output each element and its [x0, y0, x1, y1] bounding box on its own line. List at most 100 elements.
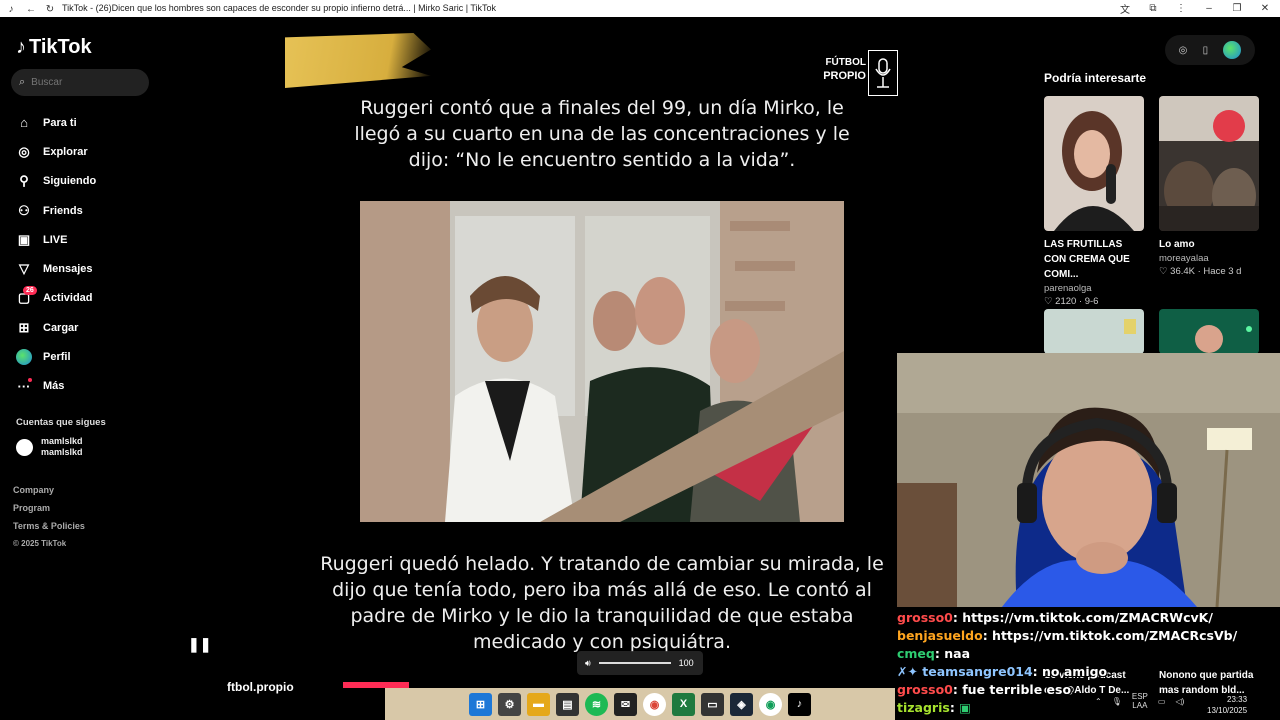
video-still-photo — [360, 201, 844, 522]
footer-link-company[interactable]: Company — [13, 485, 85, 503]
tiktok-app-icon[interactable]: ♪ — [788, 692, 811, 716]
chat-message: grosso0: https://vm.tiktok.com/ZMACRWcvK… — [897, 610, 1213, 625]
app-icon[interactable]: ✉ — [614, 692, 637, 716]
sidebar-footer: Company Program Terms & Policies © 2025 … — [13, 485, 85, 557]
file-explorer-icon[interactable]: ▬ — [527, 692, 550, 716]
streamer-webcam — [897, 353, 1280, 607]
recommendation-author[interactable]: moreayalaa — [1159, 253, 1259, 264]
sidebar-item-mensajes[interactable]: ▽ Mensajes — [16, 254, 96, 283]
extensions-icon[interactable]: ⧉ — [1146, 1, 1160, 15]
volume-control[interactable]: 🔊︎ 100 — [577, 651, 703, 675]
activity-badge: 26 — [23, 285, 37, 295]
sidebar-item-live[interactable]: ▣ LIVE — [16, 225, 96, 254]
chat-message: cmeq: naa — [897, 646, 971, 661]
excel-icon[interactable]: X — [672, 692, 695, 716]
sidebar-item-cargar[interactable]: ⊞ Cargar — [16, 313, 96, 342]
close-icon[interactable]: ✕ — [1258, 1, 1272, 15]
chat-message: benjasueldo: https://vm.tiktok.com/ZMACR… — [897, 628, 1238, 643]
sidebar-item-explorar[interactable]: ◎ Explorar — [16, 137, 96, 166]
futbol-propio-logo: FÚTBOL PROPIO — [814, 50, 898, 96]
home-icon: ⌂ — [20, 115, 28, 131]
windows-start-icon[interactable]: ⊞ — [469, 692, 492, 716]
recommendation-title[interactable]: LAS FRUTILLAS CON CREMA QUE COMI... — [1044, 237, 1144, 282]
minimize-icon[interactable]: – — [1202, 1, 1216, 15]
system-tray: ⌃ 🎙︎ ESP LAA ▭ ◁) — [1095, 692, 1184, 710]
sidebar-item-para-ti[interactable]: ⌂ Para ti — [16, 108, 96, 137]
chat-message: ✗✦ teamsangre014: no amigo — [897, 664, 1108, 679]
terminal-icon[interactable]: ▭ — [701, 692, 724, 716]
sidebar-item-perfil[interactable]: Perfil — [16, 342, 96, 371]
sidebar-item-friends[interactable]: ⚇ Friends — [16, 196, 96, 225]
live-icon: ▣ — [17, 231, 31, 247]
tiktok-favicon-icon: ♪ — [8, 3, 14, 15]
volume-icon[interactable]: 🔊︎ — [585, 658, 591, 669]
sidebar-item-mas[interactable]: ··· Más — [16, 372, 96, 401]
settings-icon[interactable]: ⚙ — [498, 692, 521, 716]
following-name: mamlslkd — [41, 436, 83, 446]
network-icon[interactable]: ▭ — [1158, 697, 1166, 706]
avatar — [16, 438, 33, 456]
recommendation-thumbnail[interactable] — [1159, 96, 1259, 231]
steam-icon[interactable]: ◈ — [730, 692, 753, 716]
sidebar-item-actividad[interactable]: ▢ 26 Actividad — [16, 284, 96, 313]
following-icon: ⚲ — [19, 173, 29, 189]
following-account[interactable]: mamlslkd mamlslkd — [16, 436, 83, 458]
spotify-icon[interactable]: ≋ — [585, 692, 608, 716]
recommendation-card[interactable] — [1159, 309, 1259, 354]
back-icon[interactable]: ← — [24, 2, 38, 16]
following-title: Cuentas que sigues — [16, 417, 106, 428]
speaker-icon[interactable]: ◁) — [1175, 697, 1184, 706]
menu-dots-icon[interactable]: ⋮ — [1174, 1, 1188, 15]
reload-icon[interactable]: ↻ — [43, 2, 57, 16]
windows-taskbar: ⊞ ⚙ ▬ ▤ ≋ ✉ ◉ X ▭ ◈ ◉ ♪ — [385, 688, 895, 720]
chrome-icon[interactable]: ◉ — [643, 692, 666, 716]
store-icon[interactable]: ▤ — [556, 692, 579, 716]
recommendation-stats: ♡ 2120 · 9-6 — [1044, 296, 1099, 307]
header-actions: ◎ ▯ — [1165, 35, 1255, 65]
profile-avatar[interactable] — [1223, 41, 1242, 59]
footer-link-terms[interactable]: Terms & Policies — [13, 521, 85, 539]
footer-link-program[interactable]: Program — [13, 503, 85, 521]
browser-titlebar: ♪ ← ↻ TikTok - (26)Dicen que los hombres… — [0, 0, 1280, 17]
more-dot-badge — [28, 377, 32, 382]
video-author[interactable]: ftbol.propio — [227, 680, 294, 694]
following-handle: mamlslkd — [41, 447, 83, 457]
recommendation-thumbnail[interactable] — [1044, 96, 1144, 231]
mic-icon[interactable]: 🎙︎ — [1112, 697, 1122, 706]
pause-icon[interactable]: ❚❚ — [188, 636, 211, 653]
maximize-icon[interactable]: ❐ — [1230, 1, 1244, 15]
compass-icon[interactable]: ◎ — [1179, 45, 1188, 56]
sidebar: ♪ TikTok ⌕ ⌂ Para ti ◎ Explorar ⚲ Siguie… — [0, 17, 162, 720]
volume-slider[interactable] — [598, 662, 671, 664]
chrome-alt-icon[interactable]: ◉ — [759, 692, 782, 716]
upload-icon: ⊞ — [18, 319, 30, 335]
recommendation-thumbnail[interactable] — [1159, 309, 1259, 354]
translate-icon[interactable]: 文 — [1118, 1, 1132, 16]
volume-value: 100 — [678, 658, 694, 668]
recommendations-title: Podría interesarte — [1044, 71, 1147, 85]
recommendation-card[interactable]: LAS FRUTILLAS CON CREMA QUE COMI... pare… — [1044, 96, 1144, 307]
search-icon: ⌕ — [19, 76, 26, 88]
recommendation-card[interactable]: Lo amo moreayalaa ♡ 36.4K · Hace 3 d — [1159, 96, 1259, 277]
friends-icon: ⚇ — [18, 202, 30, 218]
tiktok-logo[interactable]: ♪ TikTok — [16, 36, 92, 59]
recommendation-stats: ♡ 36.4K · Hace 3 d — [1159, 266, 1242, 277]
video-caption-top: Ruggeri contó que a finales del 99, un d… — [354, 97, 850, 171]
sidebar-item-siguiendo[interactable]: ⚲ Siguiendo — [16, 167, 96, 196]
search-box[interactable]: ⌕ — [11, 69, 149, 96]
recommendation-title[interactable]: Lo amo — [1159, 237, 1259, 252]
window-title: TikTok - (26)Dicen que los hombres son c… — [62, 3, 497, 13]
tiktok-note-icon: ♪ — [16, 36, 26, 58]
video-caption-bottom: Ruggeri quedó helado. Y tratando de camb… — [320, 553, 884, 653]
sidebar-nav: ⌂ Para ti ◎ Explorar ⚲ Siguiendo ⚇ Frien… — [16, 108, 96, 401]
language-indicator[interactable]: ESP LAA — [1132, 692, 1148, 710]
compass-icon: ◎ — [18, 143, 30, 159]
messages-icon: ▽ — [19, 261, 29, 277]
recommendation-card[interactable] — [1044, 309, 1144, 354]
recommendation-author[interactable]: parenaolga — [1044, 283, 1144, 294]
recommendation-thumbnail[interactable] — [1044, 309, 1144, 354]
system-clock[interactable]: 23:33 13/10/2025 — [1207, 694, 1247, 716]
chevron-up-icon[interactable]: ⌃ — [1095, 697, 1102, 706]
device-icon[interactable]: ▯ — [1203, 45, 1209, 56]
search-input[interactable] — [31, 77, 132, 88]
